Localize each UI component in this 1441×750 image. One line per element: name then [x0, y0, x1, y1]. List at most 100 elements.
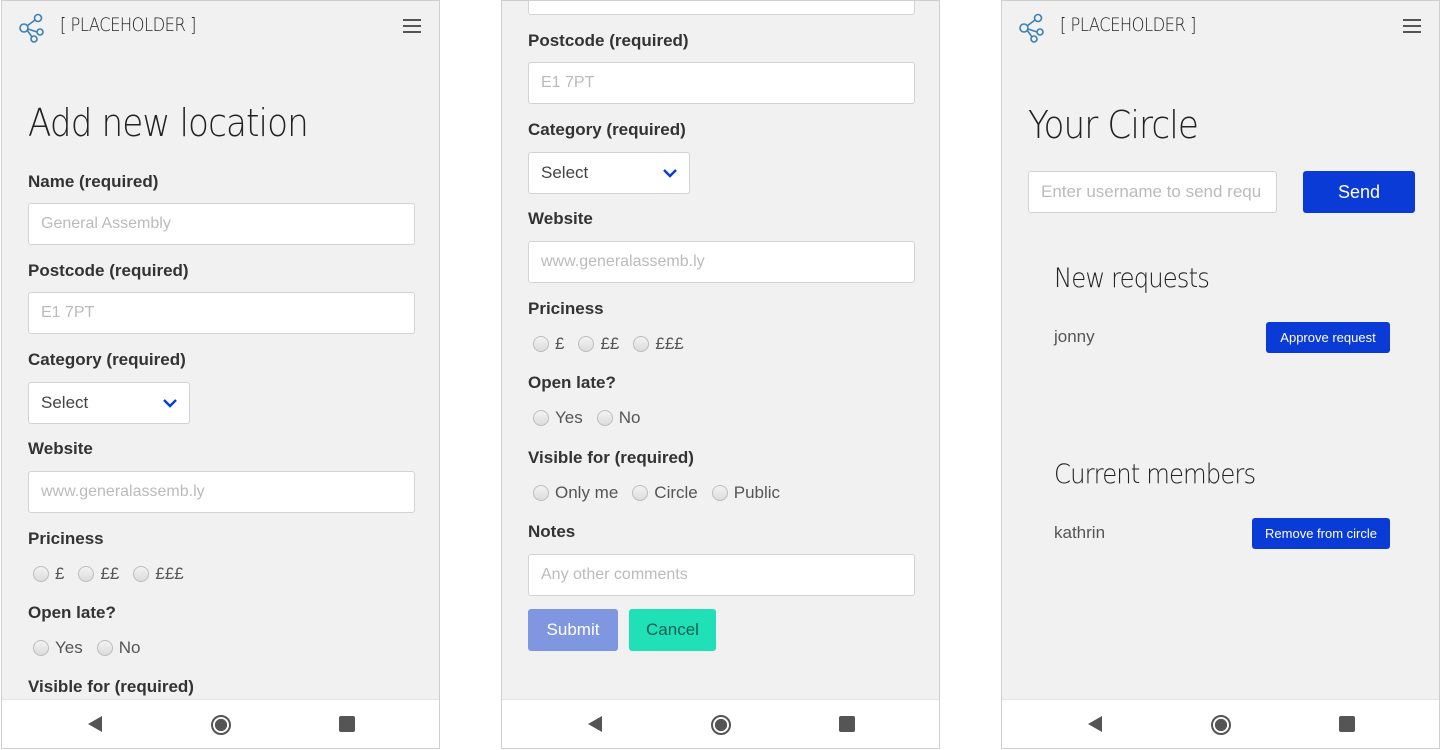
postcode-label: Postcode (required): [28, 261, 189, 280]
member-username: kathrin: [1054, 523, 1106, 542]
radio-circle[interactable]: [578, 336, 595, 352]
visible-radio-circle[interactable]: Circle: [632, 483, 698, 503]
recent-apps-square-icon[interactable]: [339, 716, 355, 732]
website-label: Website: [28, 439, 93, 458]
username-placeholder: Enter username to send requ: [1041, 182, 1262, 201]
back-triangle-icon[interactable]: [1088, 716, 1102, 732]
name-field-partial[interactable]: [528, 1, 915, 15]
submit-button[interactable]: Submit: [528, 609, 618, 651]
radio-label: £: [55, 564, 65, 583]
website-field[interactable]: www.generalassemb.ly: [528, 241, 915, 283]
open-late-radio-yes[interactable]: Yes: [33, 638, 83, 658]
home-circle-icon[interactable]: [211, 715, 231, 735]
radio-circle[interactable]: [33, 566, 49, 582]
radio-circle[interactable]: [596, 410, 613, 426]
visible-radio-public[interactable]: Public: [711, 483, 781, 503]
category-label: Category (required): [28, 350, 186, 369]
priciness-radio-1[interactable]: £: [533, 334, 564, 354]
remove-from-circle-button[interactable]: Remove from circle: [1252, 518, 1390, 549]
radio-label: No: [118, 638, 141, 657]
send-button[interactable]: Send: [1303, 171, 1415, 213]
notes-label: Notes: [528, 522, 576, 541]
website-field[interactable]: www.generalassemb.ly: [28, 471, 415, 513]
chevron-down-icon: [663, 169, 677, 178]
phone-screen-add-location: [ PLACEHOLDER ] Add new location Name (r…: [1, 0, 440, 749]
new-requests-heading: New requests: [1054, 263, 1210, 294]
open-late-radio-no[interactable]: No: [596, 408, 640, 428]
radio-label: ££: [600, 334, 620, 353]
radio-label: £££: [655, 334, 684, 353]
category-select-value: Select: [41, 393, 89, 412]
website-placeholder: www.generalassemb.ly: [541, 253, 705, 270]
page-title: Your Circle: [1028, 103, 1199, 147]
priciness-label: Priciness: [28, 529, 104, 548]
back-triangle-icon[interactable]: [588, 716, 602, 732]
phone-screen-your-circle: [ PLACEHOLDER ] Your Circle Enter userna…: [1001, 0, 1440, 749]
name-field[interactable]: General Assembly: [28, 203, 415, 245]
home-circle-icon[interactable]: [711, 715, 731, 735]
radio-label: Yes: [55, 638, 83, 657]
visible-for-label: Visible for (required): [528, 448, 694, 467]
category-select-value: Select: [541, 163, 589, 182]
postcode-field[interactable]: E1 7PT: [528, 62, 915, 104]
category-select[interactable]: Select: [28, 382, 190, 424]
current-members-heading: Current members: [1054, 459, 1256, 490]
website-label: Website: [528, 209, 593, 228]
priciness-radio-1[interactable]: £: [33, 564, 64, 584]
radio-label: Public: [733, 483, 781, 502]
postcode-label: Postcode (required): [528, 31, 689, 50]
visible-for-label: Visible for (required): [28, 677, 194, 696]
home-circle-icon[interactable]: [1211, 715, 1231, 735]
open-late-radio-group: Yes No: [33, 638, 154, 658]
recent-apps-square-icon[interactable]: [839, 716, 855, 732]
radio-label: Only me: [555, 483, 619, 502]
postcode-placeholder: E1 7PT: [41, 304, 95, 321]
postcode-placeholder: E1 7PT: [541, 74, 595, 91]
priciness-radio-2[interactable]: ££: [78, 564, 119, 584]
android-nav-bar: [502, 699, 939, 748]
priciness-label: Priciness: [528, 299, 604, 318]
radio-circle[interactable]: [633, 336, 650, 352]
radio-circle[interactable]: [33, 640, 49, 656]
chevron-down-icon: [163, 399, 177, 408]
radio-label: Circle: [654, 483, 698, 502]
priciness-radio-group: £ ££ £££: [33, 564, 198, 584]
radio-label: £: [555, 334, 565, 353]
category-label: Category (required): [528, 120, 686, 139]
category-select[interactable]: Select: [528, 152, 690, 194]
open-late-label: Open late?: [28, 603, 116, 622]
android-nav-bar: [1002, 699, 1439, 748]
radio-circle[interactable]: [533, 485, 549, 501]
radio-circle[interactable]: [133, 566, 150, 582]
open-late-label: Open late?: [528, 373, 616, 392]
radio-circle[interactable]: [78, 566, 95, 582]
phone-screen-add-location-scrolled: Postcode (required) E1 7PT Category (req…: [501, 0, 940, 749]
radio-label: Yes: [555, 408, 583, 427]
back-triangle-icon[interactable]: [88, 716, 102, 732]
page-title: Add new location: [28, 101, 309, 145]
radio-label: ££: [100, 564, 120, 583]
radio-circle[interactable]: [632, 485, 649, 501]
open-late-radio-no[interactable]: No: [96, 638, 141, 658]
priciness-radio-group: £ ££ £££: [533, 334, 698, 354]
open-late-radio-yes[interactable]: Yes: [533, 408, 583, 428]
name-placeholder: General Assembly: [41, 215, 171, 232]
radio-circle[interactable]: [96, 640, 113, 656]
notes-field[interactable]: Any other comments: [528, 554, 915, 596]
radio-label: £££: [155, 564, 184, 583]
priciness-radio-2[interactable]: ££: [578, 334, 619, 354]
cancel-button[interactable]: Cancel: [629, 609, 716, 651]
visible-for-radio-group: Only me Circle Public: [533, 483, 794, 503]
priciness-radio-3[interactable]: £££: [633, 334, 684, 354]
request-username: jonny: [1054, 327, 1095, 346]
visible-radio-only-me[interactable]: Only me: [533, 483, 618, 503]
recent-apps-square-icon[interactable]: [1339, 716, 1355, 732]
priciness-radio-3[interactable]: £££: [133, 564, 184, 584]
approve-request-button[interactable]: Approve request: [1266, 322, 1390, 353]
postcode-field[interactable]: E1 7PT: [28, 292, 415, 334]
open-late-radio-group: Yes No: [533, 408, 654, 428]
radio-circle[interactable]: [711, 485, 728, 501]
radio-circle[interactable]: [533, 336, 549, 352]
username-input[interactable]: Enter username to send requ: [1028, 171, 1277, 213]
radio-circle[interactable]: [533, 410, 549, 426]
